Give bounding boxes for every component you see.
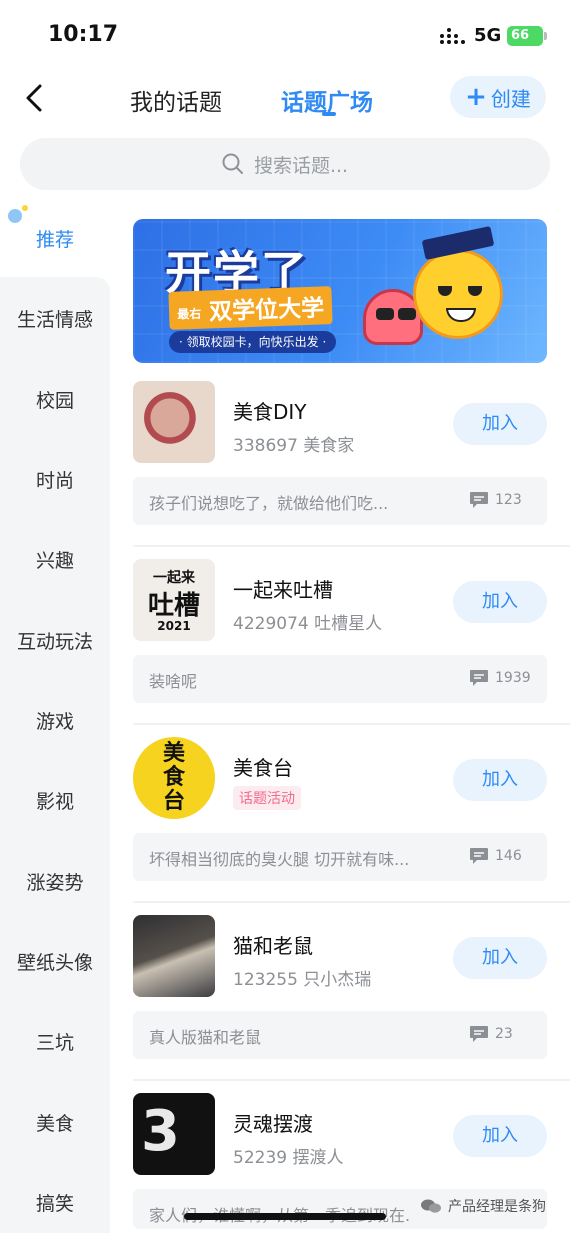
topic-name: 美食DIY: [233, 400, 307, 424]
preview-text: 装啥呢: [149, 672, 198, 691]
network-label: 5G: [474, 25, 502, 46]
divider: [133, 1079, 570, 1081]
topic-preview[interactable]: 装啥呢 1939: [133, 655, 547, 703]
topic-name: 美食台: [233, 756, 293, 780]
topic-item[interactable]: 一起来 吐槽 2021 一起来吐槽 4229074 吐槽星人 加入 装啥呢 19…: [133, 545, 570, 737]
topic-item[interactable]: 美 食 台 美食台 话题活动 加入 坏得相当彻底的臭火腿 切开就有味... 14…: [133, 723, 570, 915]
comment-icon: [470, 492, 488, 508]
event-tag: 话题活动: [233, 786, 301, 810]
topic-cover-image: 一起来 吐槽 2021: [133, 559, 215, 641]
home-indicator[interactable]: [184, 1213, 386, 1220]
comment-count: 1939: [495, 670, 531, 686]
back-icon[interactable]: [22, 82, 50, 114]
search-input[interactable]: 搜索话题...: [20, 138, 550, 190]
banner-small-label: 最右: [176, 306, 202, 322]
search-icon: [222, 153, 243, 174]
join-button[interactable]: 加入: [453, 581, 547, 623]
topic-cover-image: 3: [133, 1093, 215, 1175]
banner-subtitle: 最右 双学位大学: [168, 286, 333, 330]
comment-count: 23: [495, 1026, 513, 1042]
sidebar-item-life[interactable]: 生活情感: [0, 305, 110, 332]
topic-name: 猫和老鼠: [233, 934, 313, 958]
comment-icon: [470, 848, 488, 864]
topic-cover-image: [133, 915, 215, 997]
preview-text: 孩子们说想吃了，就做给他们吃...: [149, 494, 389, 513]
comment-count: 123: [495, 492, 522, 508]
wechat-icon: [421, 1199, 441, 1213]
topic-cover-image: 美 食 台: [133, 737, 215, 819]
topic-name: 灵魂摆渡: [233, 1112, 313, 1136]
comment-count: 146: [495, 848, 522, 864]
search-placeholder: 搜索话题...: [253, 154, 349, 177]
topic-cover-image: [133, 381, 215, 463]
join-button[interactable]: 加入: [453, 1115, 547, 1157]
sidebar-item-fashion[interactable]: 时尚: [0, 466, 110, 493]
sidebar-item-interactive[interactable]: 互动玩法: [0, 627, 110, 654]
sidebar-item-wallpaper[interactable]: 壁纸头像: [0, 948, 110, 975]
create-label: 创建: [490, 86, 531, 111]
tab-active-indicator: [322, 112, 336, 116]
sidebar-bg: [0, 277, 110, 1233]
sun-mascot-icon: [413, 249, 503, 339]
watermark: 产品经理是条狗: [420, 1196, 546, 1216]
category-sidebar: 推荐 生活情感 校园 时尚 兴趣 互动玩法 游戏 影视 涨姿势 壁纸头像 三坑 …: [0, 205, 110, 1233]
topic-meta: 52239 摆渡人: [233, 1148, 344, 1168]
active-dot-icon: [8, 209, 22, 223]
sidebar-item-movies[interactable]: 影视: [0, 787, 110, 814]
topic-preview[interactable]: 孩子们说想吃了，就做给他们吃... 123: [133, 477, 547, 525]
plus-icon: +: [465, 82, 487, 112]
watermark-text: 产品经理是条狗: [448, 1199, 546, 1215]
divider: [133, 723, 570, 725]
tab-my-topics[interactable]: 我的话题: [130, 83, 222, 117]
topic-name: 一起来吐槽: [233, 578, 333, 602]
status-bar: 10:17 5G 66: [0, 0, 570, 70]
join-button[interactable]: 加入: [453, 403, 547, 445]
preview-text: 坏得相当彻底的臭火腿 切开就有味...: [149, 850, 410, 869]
topic-preview[interactable]: 坏得相当彻底的臭火腿 切开就有味... 146: [133, 833, 547, 881]
signal-icon: [440, 28, 466, 44]
sidebar-item-recommend[interactable]: 推荐: [0, 225, 110, 252]
divider: [133, 901, 570, 903]
battery-icon: 66: [507, 26, 547, 46]
status-time: 10:17: [48, 22, 119, 47]
join-button[interactable]: 加入: [453, 759, 547, 801]
topic-meta: 123255 只小杰瑞: [233, 970, 372, 990]
comment-icon: [470, 670, 488, 686]
active-spark-icon: [22, 205, 28, 211]
sidebar-item-interest[interactable]: 兴趣: [0, 546, 110, 573]
top-nav: 我的话题 话题广场 + 创建: [0, 70, 570, 130]
comment-icon: [470, 1026, 488, 1042]
sidebar-item-sankeng[interactable]: 三坑: [0, 1028, 110, 1055]
promo-banner[interactable]: 开学了 最右 双学位大学 · 领取校园卡，向快乐出发 ·: [133, 219, 547, 363]
topic-item[interactable]: 美食DIY 338697 美食家 加入 孩子们说想吃了，就做给他们吃... 12…: [133, 381, 547, 559]
create-button[interactable]: + 创建: [450, 76, 546, 118]
topic-item[interactable]: 猫和老鼠 123255 只小杰瑞 加入 真人版猫和老鼠 23: [133, 901, 570, 1093]
divider: [133, 545, 570, 547]
banner-subtitle-text: 双学位大学: [208, 295, 325, 326]
sidebar-item-games[interactable]: 游戏: [0, 707, 110, 734]
banner-pill: · 领取校园卡，向快乐出发 ·: [169, 331, 337, 353]
topic-meta: 338697 美食家: [233, 436, 355, 456]
sidebar-item-food[interactable]: 美食: [0, 1109, 110, 1136]
sidebar-item-campus[interactable]: 校园: [0, 386, 110, 413]
preview-text: 真人版猫和老鼠: [149, 1028, 262, 1047]
topic-preview[interactable]: 真人版猫和老鼠 23: [133, 1011, 547, 1059]
sidebar-item-funny[interactable]: 搞笑: [0, 1189, 110, 1216]
join-button[interactable]: 加入: [453, 937, 547, 979]
topic-meta: 4229074 吐槽星人: [233, 614, 383, 634]
sidebar-item-knowledge[interactable]: 涨姿势: [0, 868, 110, 895]
